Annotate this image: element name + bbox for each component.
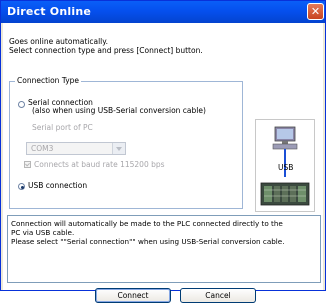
intro-line-1: Goes online automatically. — [9, 37, 109, 46]
chevron-down-icon[interactable] — [112, 143, 125, 154]
cancel-button[interactable]: Cancel — [180, 288, 256, 303]
usb-caption: USB — [278, 163, 294, 172]
baud-rate-label: Connects at baud rate 115200 bps — [34, 160, 165, 169]
info-message-line-1: Connection will automatically be made to… — [11, 219, 283, 228]
info-message-line-2: PC via USB cable. — [11, 228, 75, 237]
usb-connection-illustration: USB — [255, 119, 315, 212]
title-bar[interactable]: Direct Online ✕ — [1, 1, 325, 23]
serial-port-value: COM3 — [31, 144, 54, 153]
baud-rate-checkbox[interactable] — [24, 161, 31, 168]
dialog-body: Goes online automatically. Select connec… — [3, 23, 323, 303]
usb-connection-label[interactable]: USB connection — [28, 181, 87, 190]
serial-port-select[interactable]: COM3 — [26, 142, 126, 155]
info-message-text: Connection will automatically be made to… — [11, 219, 317, 246]
intro-line-2: Select connection type and press [Connec… — [9, 46, 203, 55]
dialog-window: Direct Online ✕ Goes online automaticall… — [0, 0, 326, 303]
usb-connection-radio[interactable] — [18, 183, 25, 190]
serial-connection-sublabel: (also when using USB-Serial conversion c… — [32, 106, 206, 115]
connect-button[interactable]: Connect — [95, 288, 171, 303]
serial-port-label: Serial port of PC — [32, 123, 93, 132]
info-message-box: Connection will automatically be made to… — [7, 215, 321, 283]
connection-type-group: Connection Type Serial connection (also … — [9, 76, 243, 209]
connection-type-legend: Connection Type — [15, 76, 82, 85]
info-message-line-3: Please select ""Serial connection"" when… — [11, 237, 285, 246]
window-title: Direct Online — [7, 5, 92, 18]
serial-connection-radio[interactable] — [18, 101, 25, 108]
close-icon[interactable]: ✕ — [307, 3, 324, 20]
intro-text: Goes online automatically. Select connec… — [9, 37, 203, 55]
